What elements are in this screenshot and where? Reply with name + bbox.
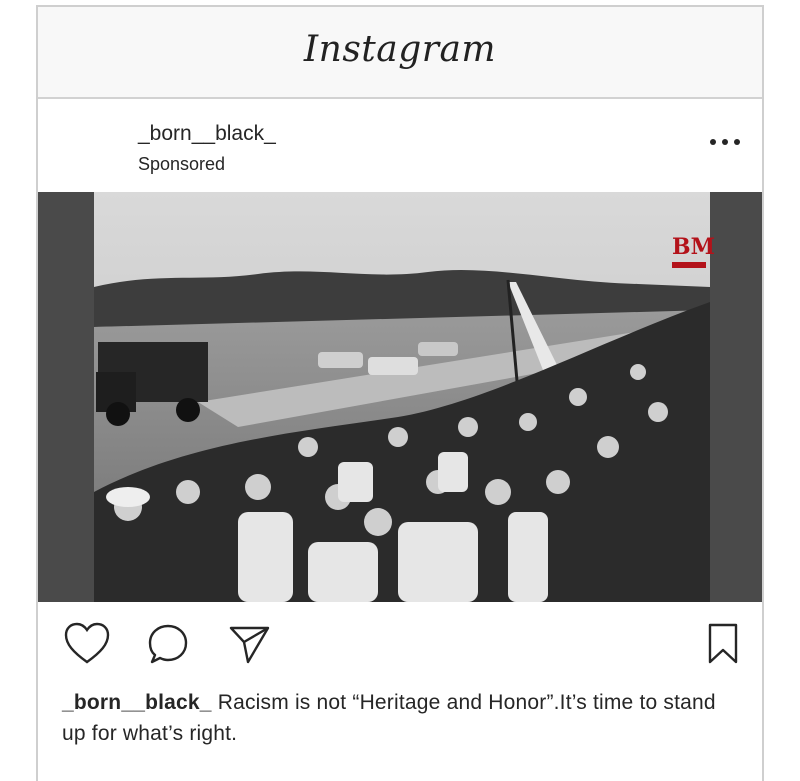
instagram-logo[interactable]: Instagram xyxy=(38,29,762,70)
more-options-icon[interactable] xyxy=(710,135,740,149)
march-photo: BM xyxy=(38,192,762,602)
dot-icon xyxy=(710,139,716,145)
dot-icon xyxy=(722,139,728,145)
post-image[interactable]: BM xyxy=(38,192,762,602)
post-header: _born__black_ Sponsored xyxy=(38,99,762,192)
post-caption: _born__black_ Racism is not “Heritage an… xyxy=(62,687,732,749)
send-icon[interactable] xyxy=(228,622,272,666)
top-app-bar: Instagram xyxy=(38,7,762,99)
heart-icon[interactable] xyxy=(63,622,111,666)
sponsored-label: Sponsored xyxy=(138,154,226,174)
post-username[interactable]: _born__black_ xyxy=(138,122,276,146)
dot-icon xyxy=(734,139,740,145)
watermark-logo: BM xyxy=(672,234,715,260)
post-actions-bar xyxy=(38,602,762,682)
comment-icon[interactable] xyxy=(146,622,190,666)
caption-username[interactable]: _born__black_ xyxy=(62,691,212,714)
instagram-post-frame: Instagram _born__black_ Sponsored BM _bo… xyxy=(36,5,764,781)
bookmark-icon[interactable] xyxy=(706,622,740,666)
